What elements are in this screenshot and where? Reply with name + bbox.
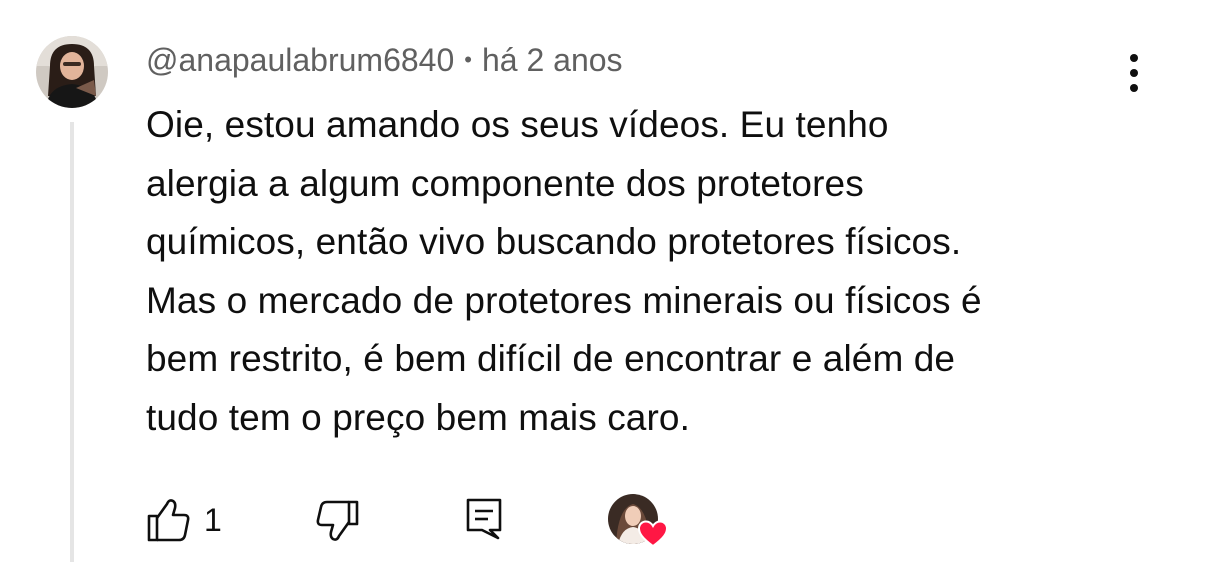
like-count: 1 bbox=[204, 502, 222, 538]
comment-line: bem restrito, é bem difícil de encontrar… bbox=[146, 338, 956, 379]
comment-line: químicos, então vivo buscando protetores… bbox=[146, 221, 962, 262]
reply-button[interactable] bbox=[464, 496, 512, 552]
separator-dot: • bbox=[464, 47, 472, 72]
comment-line: tudo tem o preço bem mais caro. bbox=[146, 396, 690, 438]
more-vertical-icon bbox=[1130, 54, 1138, 92]
comment-header: @anapaulabrum6840 • há 2 anos bbox=[146, 40, 623, 84]
like-button[interactable]: 1 bbox=[146, 496, 232, 552]
thumbs-up-icon bbox=[147, 499, 190, 542]
comment-icon bbox=[466, 498, 502, 540]
thumbs-down-icon bbox=[316, 500, 359, 541]
avatar-image bbox=[36, 36, 108, 108]
creator-heart-badge bbox=[608, 494, 672, 554]
reply-thread-line bbox=[70, 122, 74, 562]
comment-line: Mas o mercado de protetores minerais ou … bbox=[146, 279, 982, 321]
dislike-button[interactable] bbox=[314, 496, 362, 552]
comment-body: Oie, estou amando os seus vídeos. Eu ten… bbox=[146, 96, 1156, 447]
comment-line: Oie, estou amando os seus vídeos. Eu ten… bbox=[146, 104, 889, 145]
comment-line: alergia a algum componente dos protetore… bbox=[146, 162, 864, 204]
author-avatar[interactable] bbox=[36, 36, 108, 108]
time-ago[interactable]: há 2 anos bbox=[482, 42, 623, 78]
heart-icon bbox=[638, 520, 668, 548]
more-options-button[interactable] bbox=[1116, 50, 1152, 96]
author-handle[interactable]: @anapaulabrum6840 bbox=[146, 42, 454, 78]
